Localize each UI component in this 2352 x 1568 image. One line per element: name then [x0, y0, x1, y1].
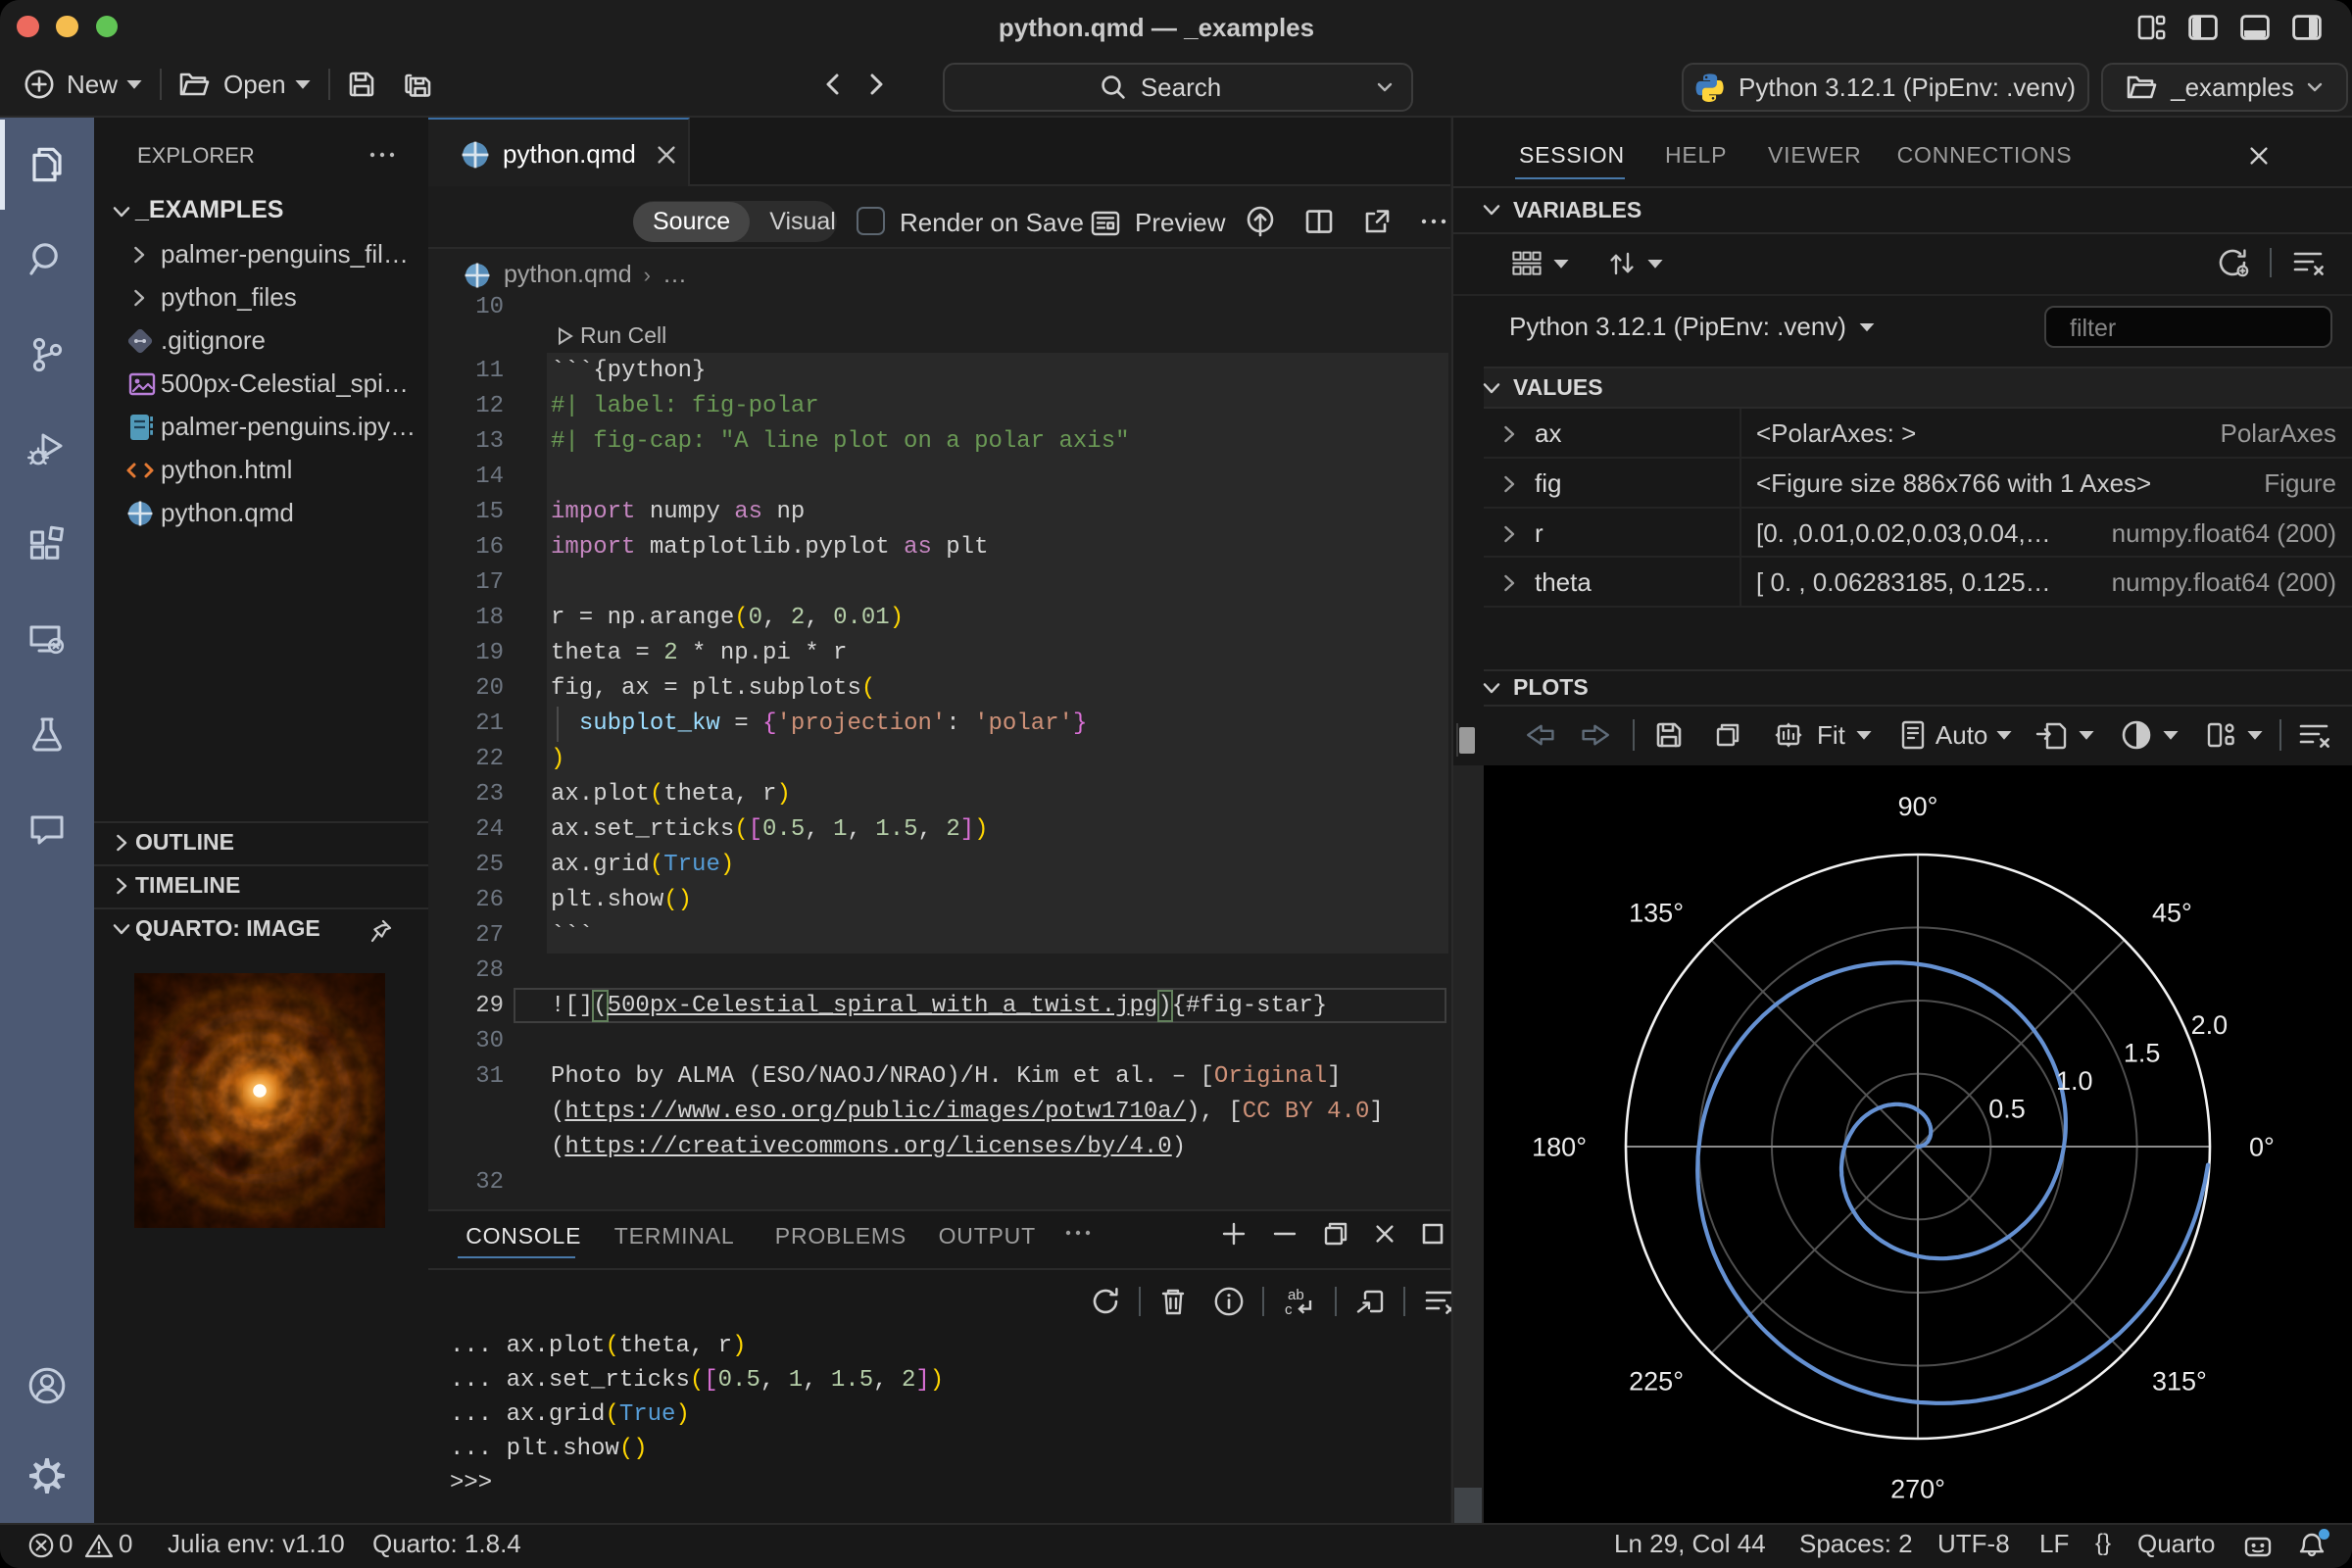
svg-text:0.5: 0.5 — [1988, 1095, 2026, 1124]
svg-text:1.5: 1.5 — [2124, 1038, 2161, 1067]
svg-text:45°: 45° — [2152, 898, 2192, 927]
svg-text:315°: 315° — [2152, 1366, 2207, 1396]
svg-text:2.0: 2.0 — [2191, 1010, 2229, 1040]
svg-text:225°: 225° — [1629, 1366, 1684, 1396]
svg-text:1.0: 1.0 — [2056, 1066, 2093, 1096]
svg-text:135°: 135° — [1629, 898, 1684, 927]
svg-text:0°: 0° — [2249, 1132, 2275, 1161]
svg-text:c: c — [1285, 1301, 1293, 1316]
svg-text:90°: 90° — [1898, 792, 1938, 821]
svg-text:180°: 180° — [1532, 1132, 1587, 1161]
svg-text:270°: 270° — [1890, 1474, 1945, 1503]
